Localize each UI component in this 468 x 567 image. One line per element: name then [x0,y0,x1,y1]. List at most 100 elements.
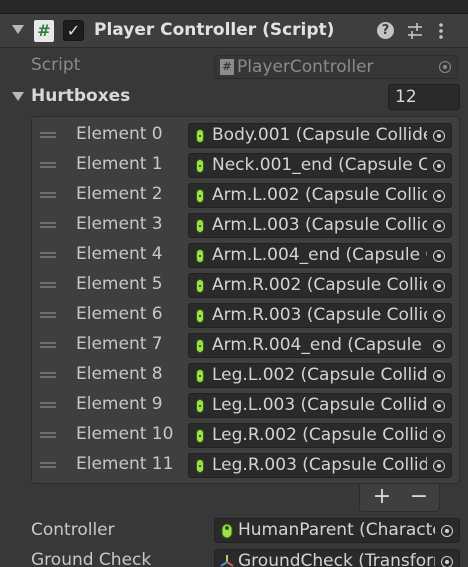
object-picker-icon[interactable] [427,424,451,447]
element-label: Element 11 [76,454,174,474]
collider-object-field[interactable]: Arm.R.002 (Capsule Collider) [188,273,452,298]
object-picker-icon[interactable] [427,454,451,477]
drag-handle-icon[interactable] [40,372,56,378]
collider-object-field[interactable]: Neck.001_end (Capsule Collider) [188,153,452,178]
element-label: Element 2 [76,184,163,204]
component-header[interactable]: # ✓ Player Controller (Script) ? [0,14,468,48]
list-item[interactable]: Element 0 Body.001 (Capsule Collider) [32,120,461,150]
capsule-collider-icon [196,279,204,293]
capsule-collider-icon [196,189,204,203]
element-label: Element 6 [76,304,163,324]
hurtboxes-size-field[interactable]: 12 [388,84,460,110]
object-picker-icon[interactable] [427,304,451,327]
help-icon[interactable]: ? [377,22,394,39]
drag-handle-icon[interactable] [40,252,56,258]
controller-field[interactable]: HumanParent (Character Controller) [214,518,460,543]
ground-check-field[interactable]: GroundCheck (Transform) [214,549,460,567]
list-item[interactable]: Element 9 Leg.L.003 (Capsule Collider) [32,390,461,420]
list-item[interactable]: Element 8 Leg.L.002 (Capsule Collider) [32,360,461,390]
collider-field-value: Arm.L.003 (Capsule Collider) [212,215,452,235]
object-picker-icon[interactable] [427,184,451,207]
capsule-collider-icon [196,399,204,413]
list-item[interactable]: Element 3 Arm.L.003 (Capsule Collider) [32,210,461,240]
remove-element-button[interactable]: − [404,485,434,509]
collider-object-field[interactable]: Arm.R.003 (Capsule Collider) [188,303,452,328]
list-item[interactable]: Element 11 Leg.R.003 (Capsule Collider) [32,450,461,480]
element-label: Element 10 [76,424,174,444]
top-strip [0,0,468,14]
add-element-button[interactable]: + [367,485,397,509]
list-item[interactable]: Element 4 Arm.L.004_end (Capsule Collider… [32,240,461,270]
character-controller-icon [221,523,233,539]
collider-object-field[interactable]: Arm.L.002 (Capsule Collider) [188,183,452,208]
collider-field-value: Arm.L.004_end (Capsule Collider) [212,245,451,265]
element-label: Element 1 [76,154,163,174]
collider-field-value: Arm.R.003 (Capsule Collider) [212,305,452,325]
list-item[interactable]: Element 1 Neck.001_end (Capsule Collider) [32,150,461,180]
capsule-collider-icon [196,159,204,173]
capsule-collider-icon [196,339,204,353]
element-label: Element 3 [76,214,163,234]
ground-check-label: Ground Check [31,550,152,567]
script-label: Script [31,55,81,75]
drag-handle-icon[interactable] [40,312,56,318]
object-picker-icon[interactable] [435,519,459,542]
drag-handle-icon[interactable] [40,432,56,438]
collider-object-field[interactable]: Leg.L.002 (Capsule Collider) [188,363,452,388]
kebab-menu-icon[interactable] [437,21,445,41]
collider-object-field[interactable]: Leg.R.002 (Capsule Collider) [188,423,452,448]
collider-object-field[interactable]: Leg.R.003 (Capsule Collider) [188,453,452,478]
controller-label: Controller [31,520,115,540]
capsule-collider-icon [196,129,204,143]
collider-object-field[interactable]: Arm.L.004_end (Capsule Collider) [188,243,452,268]
drag-handle-icon[interactable] [40,462,56,468]
capsule-collider-icon [196,309,204,323]
hurtboxes-label[interactable]: Hurtboxes [31,86,130,106]
component-foldout-arrow-icon[interactable] [12,25,24,34]
list-item[interactable]: Element 5 Arm.R.002 (Capsule Collider) [32,270,461,300]
list-item[interactable]: Element 7 Arm.R.004_end (Capsule Collider… [32,330,461,360]
object-picker-icon[interactable] [427,364,451,387]
list-item[interactable]: Element 6 Arm.R.003 (Capsule Collider) [32,300,461,330]
object-picker-icon[interactable] [427,274,451,297]
collider-object-field[interactable]: Arm.R.004_end (Capsule Collider) [188,333,452,358]
drag-handle-icon[interactable] [40,342,56,348]
script-field-value: PlayerController [237,57,374,77]
object-picker-icon[interactable] [427,244,451,267]
drag-handle-icon[interactable] [40,222,56,228]
collider-object-field[interactable]: Leg.L.003 (Capsule Collider) [188,393,452,418]
object-picker-icon[interactable] [427,214,451,237]
capsule-collider-icon [196,459,204,473]
collider-field-value: Arm.R.002 (Capsule Collider) [212,275,452,295]
collider-field-value: Neck.001_end (Capsule Collider) [212,155,451,175]
collider-object-field[interactable]: Body.001 (Capsule Collider) [188,123,452,148]
list-footer: + − [359,484,440,512]
element-label: Element 0 [76,124,163,144]
capsule-collider-icon [196,369,204,383]
drag-handle-icon[interactable] [40,282,56,288]
list-item[interactable]: Element 10 Leg.R.002 (Capsule Collider) [32,420,461,450]
controller-field-value: HumanParent (Character Controller) [238,520,459,540]
collider-object-field[interactable]: Arm.L.003 (Capsule Collider) [188,213,452,238]
hurtboxes-list: Element 0 Body.001 (Capsule Collider) Elem… [31,116,460,484]
object-picker-icon[interactable] [433,56,457,78]
element-label: Element 7 [76,334,163,354]
script-asset-icon: # [220,59,234,75]
hurtboxes-foldout-arrow-icon[interactable] [12,92,24,101]
list-item[interactable]: Element 2 Arm.L.002 (Capsule Collider) [32,180,461,210]
drag-handle-icon[interactable] [40,162,56,168]
component-enabled-checkbox[interactable]: ✓ [63,20,84,41]
object-picker-icon[interactable] [427,394,451,417]
presets-icon[interactable] [405,21,425,41]
object-picker-icon[interactable] [427,334,451,357]
object-picker-icon[interactable] [427,154,451,177]
object-picker-icon[interactable] [427,124,451,147]
drag-handle-icon[interactable] [40,132,56,138]
script-field[interactable]: # PlayerController [214,55,458,79]
collider-field-value: Leg.L.002 (Capsule Collider) [212,365,452,385]
drag-handle-icon[interactable] [40,402,56,408]
capsule-collider-icon [196,219,204,233]
object-picker-icon[interactable] [435,550,459,567]
drag-handle-icon[interactable] [40,192,56,198]
script-icon: # [34,20,54,42]
